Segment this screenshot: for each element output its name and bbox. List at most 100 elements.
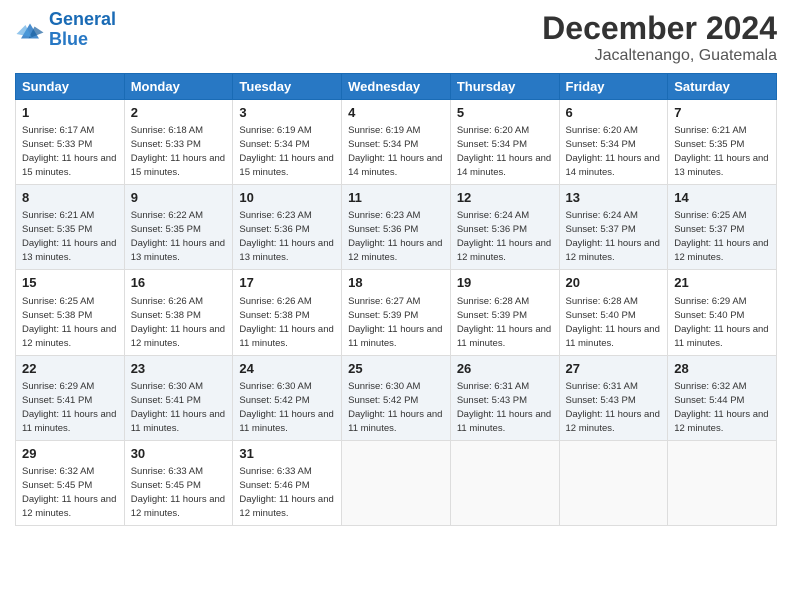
calendar-cell: 2 Sunrise: 6:18 AMSunset: 5:33 PMDayligh… <box>124 100 233 185</box>
header-sunday: Sunday <box>16 74 125 100</box>
day-number: 22 <box>22 360 118 378</box>
header-tuesday: Tuesday <box>233 74 342 100</box>
calendar-cell: 22 Sunrise: 6:29 AMSunset: 5:41 PMDaylig… <box>16 355 125 440</box>
day-number: 3 <box>239 104 335 122</box>
calendar-cell: 20 Sunrise: 6:28 AMSunset: 5:40 PMDaylig… <box>559 270 668 355</box>
calendar-cell: 8 Sunrise: 6:21 AMSunset: 5:35 PMDayligh… <box>16 185 125 270</box>
day-number: 23 <box>131 360 227 378</box>
day-detail: Sunrise: 6:32 AMSunset: 5:45 PMDaylight:… <box>22 466 116 519</box>
location-subtitle: Jacaltenango, Guatemala <box>542 47 777 65</box>
day-detail: Sunrise: 6:24 AMSunset: 5:36 PMDaylight:… <box>457 210 551 263</box>
calendar-cell: 14 Sunrise: 6:25 AMSunset: 5:37 PMDaylig… <box>668 185 777 270</box>
header-friday: Friday <box>559 74 668 100</box>
calendar-cell: 3 Sunrise: 6:19 AMSunset: 5:34 PMDayligh… <box>233 100 342 185</box>
day-detail: Sunrise: 6:28 AMSunset: 5:39 PMDaylight:… <box>457 296 551 349</box>
day-number: 16 <box>131 274 227 292</box>
calendar-cell: 6 Sunrise: 6:20 AMSunset: 5:34 PMDayligh… <box>559 100 668 185</box>
calendar-cell: 1 Sunrise: 6:17 AMSunset: 5:33 PMDayligh… <box>16 100 125 185</box>
day-detail: Sunrise: 6:30 AMSunset: 5:42 PMDaylight:… <box>348 381 442 434</box>
day-detail: Sunrise: 6:23 AMSunset: 5:36 PMDaylight:… <box>348 210 442 263</box>
day-detail: Sunrise: 6:28 AMSunset: 5:40 PMDaylight:… <box>566 296 660 349</box>
day-number: 31 <box>239 445 335 463</box>
day-number: 8 <box>22 189 118 207</box>
day-number: 14 <box>674 189 770 207</box>
day-number: 24 <box>239 360 335 378</box>
calendar-cell: 13 Sunrise: 6:24 AMSunset: 5:37 PMDaylig… <box>559 185 668 270</box>
day-detail: Sunrise: 6:27 AMSunset: 5:39 PMDaylight:… <box>348 296 442 349</box>
day-detail: Sunrise: 6:25 AMSunset: 5:37 PMDaylight:… <box>674 210 768 263</box>
day-number: 12 <box>457 189 553 207</box>
calendar-cell <box>559 440 668 525</box>
calendar-week-4: 22 Sunrise: 6:29 AMSunset: 5:41 PMDaylig… <box>16 355 777 440</box>
calendar-cell: 19 Sunrise: 6:28 AMSunset: 5:39 PMDaylig… <box>450 270 559 355</box>
calendar-cell: 9 Sunrise: 6:22 AMSunset: 5:35 PMDayligh… <box>124 185 233 270</box>
day-detail: Sunrise: 6:24 AMSunset: 5:37 PMDaylight:… <box>566 210 660 263</box>
month-title: December 2024 <box>542 10 777 47</box>
calendar-cell: 12 Sunrise: 6:24 AMSunset: 5:36 PMDaylig… <box>450 185 559 270</box>
day-detail: Sunrise: 6:33 AMSunset: 5:45 PMDaylight:… <box>131 466 225 519</box>
day-number: 15 <box>22 274 118 292</box>
day-detail: Sunrise: 6:18 AMSunset: 5:33 PMDaylight:… <box>131 125 225 178</box>
day-number: 26 <box>457 360 553 378</box>
calendar-cell: 30 Sunrise: 6:33 AMSunset: 5:45 PMDaylig… <box>124 440 233 525</box>
day-number: 7 <box>674 104 770 122</box>
day-number: 13 <box>566 189 662 207</box>
page: General Blue December 2024 Jacaltenango,… <box>0 0 792 612</box>
day-number: 1 <box>22 104 118 122</box>
day-number: 29 <box>22 445 118 463</box>
day-detail: Sunrise: 6:21 AMSunset: 5:35 PMDaylight:… <box>674 125 768 178</box>
calendar-cell: 7 Sunrise: 6:21 AMSunset: 5:35 PMDayligh… <box>668 100 777 185</box>
calendar-cell: 23 Sunrise: 6:30 AMSunset: 5:41 PMDaylig… <box>124 355 233 440</box>
header-thursday: Thursday <box>450 74 559 100</box>
day-detail: Sunrise: 6:26 AMSunset: 5:38 PMDaylight:… <box>131 296 225 349</box>
day-detail: Sunrise: 6:29 AMSunset: 5:40 PMDaylight:… <box>674 296 768 349</box>
logo-icon <box>15 17 45 42</box>
calendar-week-3: 15 Sunrise: 6:25 AMSunset: 5:38 PMDaylig… <box>16 270 777 355</box>
day-number: 21 <box>674 274 770 292</box>
day-number: 30 <box>131 445 227 463</box>
day-number: 27 <box>566 360 662 378</box>
day-number: 10 <box>239 189 335 207</box>
day-detail: Sunrise: 6:19 AMSunset: 5:34 PMDaylight:… <box>348 125 442 178</box>
day-detail: Sunrise: 6:30 AMSunset: 5:42 PMDaylight:… <box>239 381 333 434</box>
calendar-cell: 10 Sunrise: 6:23 AMSunset: 5:36 PMDaylig… <box>233 185 342 270</box>
day-number: 2 <box>131 104 227 122</box>
calendar-cell: 4 Sunrise: 6:19 AMSunset: 5:34 PMDayligh… <box>342 100 451 185</box>
day-detail: Sunrise: 6:19 AMSunset: 5:34 PMDaylight:… <box>239 125 333 178</box>
day-detail: Sunrise: 6:22 AMSunset: 5:35 PMDaylight:… <box>131 210 225 263</box>
logo-line2: Blue <box>49 29 88 49</box>
header-wednesday: Wednesday <box>342 74 451 100</box>
header-monday: Monday <box>124 74 233 100</box>
header-saturday: Saturday <box>668 74 777 100</box>
calendar-week-5: 29 Sunrise: 6:32 AMSunset: 5:45 PMDaylig… <box>16 440 777 525</box>
day-detail: Sunrise: 6:31 AMSunset: 5:43 PMDaylight:… <box>566 381 660 434</box>
logo: General Blue <box>15 10 116 50</box>
calendar-week-2: 8 Sunrise: 6:21 AMSunset: 5:35 PMDayligh… <box>16 185 777 270</box>
day-detail: Sunrise: 6:17 AMSunset: 5:33 PMDaylight:… <box>22 125 116 178</box>
calendar-header-row: SundayMondayTuesdayWednesdayThursdayFrid… <box>16 74 777 100</box>
calendar-cell <box>450 440 559 525</box>
day-number: 19 <box>457 274 553 292</box>
day-number: 17 <box>239 274 335 292</box>
calendar-cell: 11 Sunrise: 6:23 AMSunset: 5:36 PMDaylig… <box>342 185 451 270</box>
day-number: 25 <box>348 360 444 378</box>
day-detail: Sunrise: 6:29 AMSunset: 5:41 PMDaylight:… <box>22 381 116 434</box>
day-number: 20 <box>566 274 662 292</box>
calendar-cell: 28 Sunrise: 6:32 AMSunset: 5:44 PMDaylig… <box>668 355 777 440</box>
day-detail: Sunrise: 6:20 AMSunset: 5:34 PMDaylight:… <box>457 125 551 178</box>
day-number: 4 <box>348 104 444 122</box>
title-block: December 2024 Jacaltenango, Guatemala <box>542 10 777 65</box>
day-detail: Sunrise: 6:21 AMSunset: 5:35 PMDaylight:… <box>22 210 116 263</box>
logo-text: General Blue <box>49 10 116 50</box>
calendar-cell: 18 Sunrise: 6:27 AMSunset: 5:39 PMDaylig… <box>342 270 451 355</box>
calendar-week-1: 1 Sunrise: 6:17 AMSunset: 5:33 PMDayligh… <box>16 100 777 185</box>
day-detail: Sunrise: 6:30 AMSunset: 5:41 PMDaylight:… <box>131 381 225 434</box>
header: General Blue December 2024 Jacaltenango,… <box>15 10 777 65</box>
calendar-cell <box>668 440 777 525</box>
logo-line1: General <box>49 9 116 29</box>
day-number: 9 <box>131 189 227 207</box>
day-detail: Sunrise: 6:25 AMSunset: 5:38 PMDaylight:… <box>22 296 116 349</box>
calendar-cell: 24 Sunrise: 6:30 AMSunset: 5:42 PMDaylig… <box>233 355 342 440</box>
day-detail: Sunrise: 6:20 AMSunset: 5:34 PMDaylight:… <box>566 125 660 178</box>
day-detail: Sunrise: 6:33 AMSunset: 5:46 PMDaylight:… <box>239 466 333 519</box>
